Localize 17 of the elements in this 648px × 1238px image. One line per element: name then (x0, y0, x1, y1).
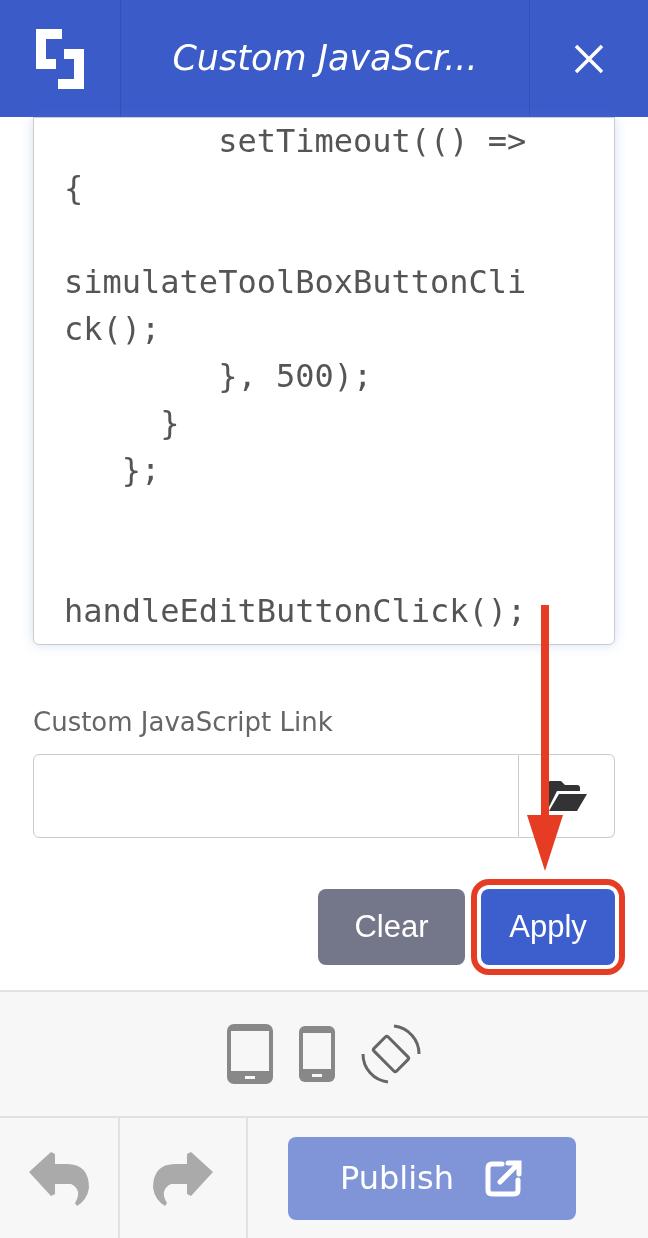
close-icon (574, 43, 604, 74)
code-editor[interactable]: setTimeout(() => { simulateToolBoxButtonCli ck(); }, 500); } }; handleEditButtonClick(); (33, 117, 615, 645)
field-label: Custom JavaScript Link (33, 706, 334, 739)
folder-icon (546, 781, 587, 811)
apply-button[interactable]: Apply (481, 889, 615, 965)
code-text: setTimeout(() => { simulateToolBoxButtonCli ck(); }, 500); } }; handleEditButtonClick(); (64, 121, 528, 632)
panel-title: Custom JavaScr... (172, 37, 478, 81)
rotate-icon[interactable] (361, 1024, 421, 1084)
link-input-field[interactable] (33, 754, 519, 838)
phone-icon[interactable] (299, 1026, 335, 1082)
tablet-icon[interactable] (227, 1024, 273, 1084)
undo-icon[interactable] (27, 1150, 91, 1206)
external-link-icon (484, 1158, 525, 1198)
logo-icon (36, 28, 84, 89)
publish-button[interactable]: Publish (288, 1136, 576, 1220)
redo-icon[interactable] (151, 1150, 215, 1206)
clear-button[interactable]: Clear (318, 889, 465, 965)
